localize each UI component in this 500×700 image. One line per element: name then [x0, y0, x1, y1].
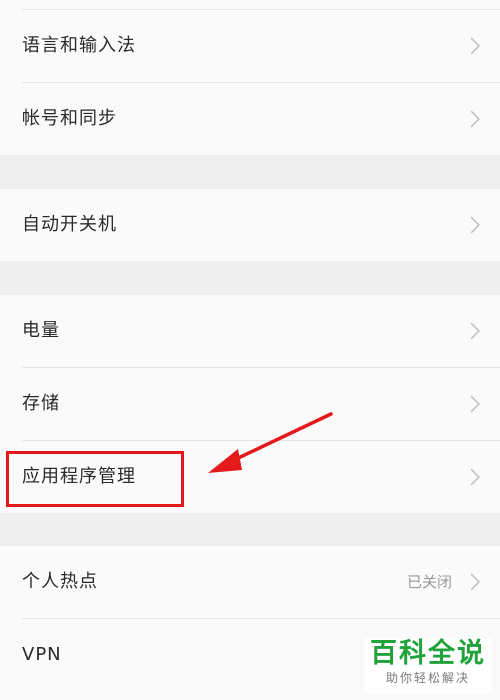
- settings-item-label: 自动开关机: [22, 214, 117, 235]
- settings-group-power-schedule: 自动开关机: [0, 189, 500, 261]
- settings-group-system: 语言和输入法 帐号和同步: [0, 0, 500, 155]
- settings-item-language-input[interactable]: 语言和输入法: [0, 10, 500, 82]
- chevron-right-icon: [470, 468, 480, 486]
- settings-item-auto-power[interactable]: 自动开关机: [0, 189, 500, 261]
- chevron-right-icon: [470, 573, 480, 591]
- watermark-logo: 百科全说 助你轻松解决: [364, 638, 492, 694]
- settings-item-label: 帐号和同步: [22, 108, 117, 129]
- settings-item-hotspot[interactable]: 个人热点 已关闭: [0, 546, 500, 618]
- settings-item-storage[interactable]: 存储: [0, 368, 500, 440]
- settings-item-battery[interactable]: 电量: [0, 295, 500, 367]
- hotspot-status-value: 已关闭: [406, 573, 452, 591]
- chevron-right-icon: [470, 322, 480, 340]
- settings-item-label: 语言和输入法: [22, 35, 136, 56]
- settings-item-label: 电量: [22, 320, 60, 341]
- chevron-right-icon: [470, 37, 480, 55]
- watermark-title: 百科全说: [370, 638, 486, 669]
- chevron-right-icon: [470, 395, 480, 413]
- chevron-right-icon: [470, 216, 480, 234]
- settings-page: 语言和输入法 帐号和同步 自动开关机 电量 存储 应用程序管理 个人热点 已关闭…: [0, 0, 500, 700]
- settings-item-label: 存储: [22, 393, 60, 414]
- settings-item-account-sync[interactable]: 帐号和同步: [0, 83, 500, 155]
- chevron-right-icon: [470, 110, 480, 128]
- watermark-subtitle: 助你轻松解决: [385, 671, 470, 685]
- highlight-box: [6, 451, 184, 507]
- settings-item-label: 个人热点: [22, 571, 98, 592]
- settings-item-label: VPN: [22, 644, 62, 665]
